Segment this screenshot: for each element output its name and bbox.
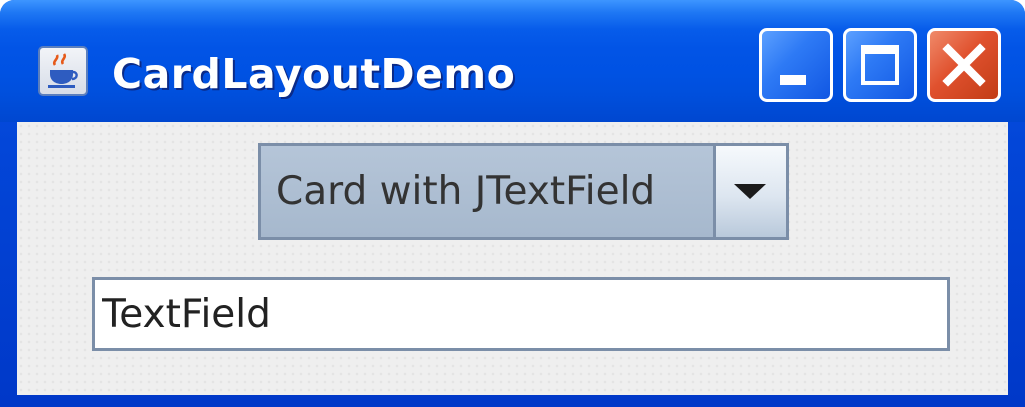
minimize-icon: [780, 75, 806, 85]
close-icon: [942, 43, 986, 87]
java-coffee-cup-icon[interactable]: [38, 46, 88, 96]
combobox-dropdown-button[interactable]: [713, 146, 786, 237]
content-pane: Card with JTextField: [17, 122, 1008, 395]
title-bar[interactable]: CardLayoutDemo: [0, 0, 1025, 122]
text-field[interactable]: [92, 277, 950, 351]
maximize-icon: [861, 45, 899, 85]
close-button[interactable]: [927, 28, 1001, 102]
app-window: CardLayoutDemo Card with JTextField: [0, 0, 1025, 407]
combobox-selected-value[interactable]: Card with JTextField: [261, 146, 713, 237]
card-selector-combobox[interactable]: Card with JTextField: [258, 143, 789, 240]
minimize-button[interactable]: [759, 28, 833, 102]
dropdown-arrow-icon: [734, 184, 766, 199]
maximize-button[interactable]: [843, 28, 917, 102]
window-title: CardLayoutDemo: [112, 50, 516, 98]
